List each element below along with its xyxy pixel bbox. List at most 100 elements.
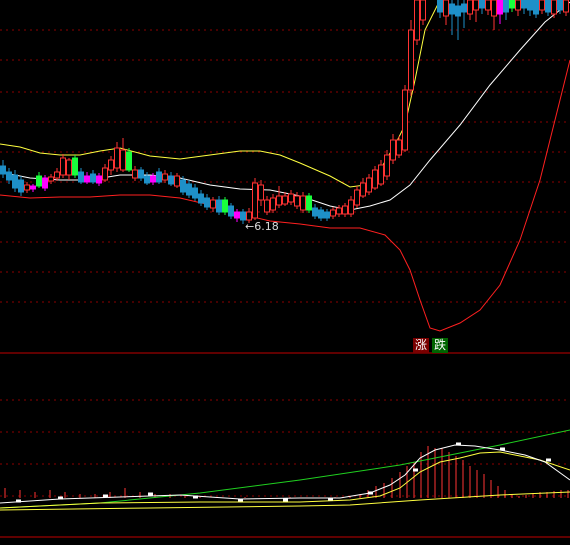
bollinger-bands (0, 0, 570, 332)
candle-body (485, 0, 491, 11)
candle-body (48, 176, 54, 182)
up-button[interactable]: 涨 (413, 338, 429, 353)
candle-body (174, 175, 180, 187)
down-button[interactable]: 跌 (432, 338, 448, 353)
candle-body (72, 157, 78, 176)
candle-body (539, 0, 545, 11)
candle-body (270, 197, 276, 211)
candle-body (228, 205, 234, 217)
candle-body (491, 0, 497, 17)
candle-body (443, 0, 449, 17)
candle-body (414, 0, 420, 41)
candle-body (521, 0, 527, 9)
candle-body (168, 175, 174, 185)
candle-body (396, 139, 402, 156)
candle-body (366, 177, 372, 193)
macd-marker (238, 498, 243, 502)
candle-body (312, 207, 318, 217)
candle-body (114, 147, 120, 169)
candle-body (467, 0, 473, 15)
candle-body (282, 195, 288, 205)
candle-body (402, 89, 408, 151)
macd-marker (546, 458, 551, 462)
candle-body (126, 151, 132, 171)
candle-body (162, 173, 168, 181)
candle-body (222, 199, 228, 213)
candle-body (372, 169, 378, 189)
candle-body (354, 189, 360, 206)
candle-body (108, 159, 114, 171)
candle-body (42, 177, 48, 189)
candle-body (252, 182, 258, 219)
candle-body (515, 0, 521, 11)
candle-body (557, 0, 563, 11)
candle-body (204, 197, 210, 208)
candle-body (545, 0, 551, 13)
candle-body (6, 171, 12, 181)
candle-body (96, 175, 102, 184)
candle-body (420, 0, 426, 21)
candle-body (24, 184, 30, 191)
macd-marker (283, 498, 288, 502)
candle-body (437, 0, 443, 13)
macd-marker (368, 491, 373, 495)
candle-body (240, 211, 246, 221)
candle-body (533, 0, 539, 15)
candle-body (18, 179, 24, 193)
candle-body (36, 175, 42, 187)
candle-body (12, 174, 18, 189)
macd-marker (58, 496, 63, 500)
candle-body (186, 183, 192, 196)
candle-body (342, 205, 348, 215)
candle-body (264, 199, 270, 213)
candle-body (198, 193, 204, 204)
candle-body (336, 207, 342, 215)
candle-body (0, 165, 6, 175)
candle-body (324, 211, 330, 219)
candle-body (300, 195, 306, 211)
candle-body (30, 185, 36, 190)
candle-body (210, 199, 216, 209)
candle-body (348, 199, 354, 215)
candle-body (318, 209, 324, 219)
candlesticks (0, 0, 569, 224)
candle-body (150, 175, 156, 183)
candle-body (497, 0, 503, 15)
macd-marker (103, 494, 108, 498)
stock-chart: ←6.18 (0, 0, 570, 538)
candle-body (234, 211, 240, 219)
candle-body (384, 154, 390, 177)
macd-markers (16, 442, 551, 503)
candle-body (102, 167, 108, 181)
candle-body (551, 0, 557, 15)
candle-body (503, 0, 509, 13)
candle-body (449, 3, 455, 15)
candle-body (66, 159, 72, 176)
candle-body (138, 169, 144, 179)
candle-body (90, 173, 96, 183)
candle-body (156, 171, 162, 183)
candle-body (276, 195, 282, 206)
candle-body (330, 209, 336, 217)
candle-body (60, 157, 66, 176)
candle-body (54, 171, 60, 179)
candle-body (473, 0, 479, 11)
candle-body (360, 182, 366, 197)
candle-body (288, 193, 294, 203)
candle-body (479, 0, 485, 9)
grid-lines (0, 29, 570, 538)
macd-marker (16, 499, 21, 503)
macd-marker (456, 442, 461, 446)
candle-body (306, 195, 312, 211)
macd-histogram (4, 446, 569, 498)
candle-body (78, 171, 84, 183)
candle-body (192, 187, 198, 199)
candle-body (180, 179, 186, 193)
candle-body (509, 0, 515, 9)
candle-body (132, 169, 138, 179)
macd-marker (413, 468, 418, 472)
candle-body (144, 175, 150, 184)
candle-body (294, 195, 300, 207)
macd-marker (328, 497, 333, 501)
price-annotation: ←6.18 (245, 220, 279, 233)
